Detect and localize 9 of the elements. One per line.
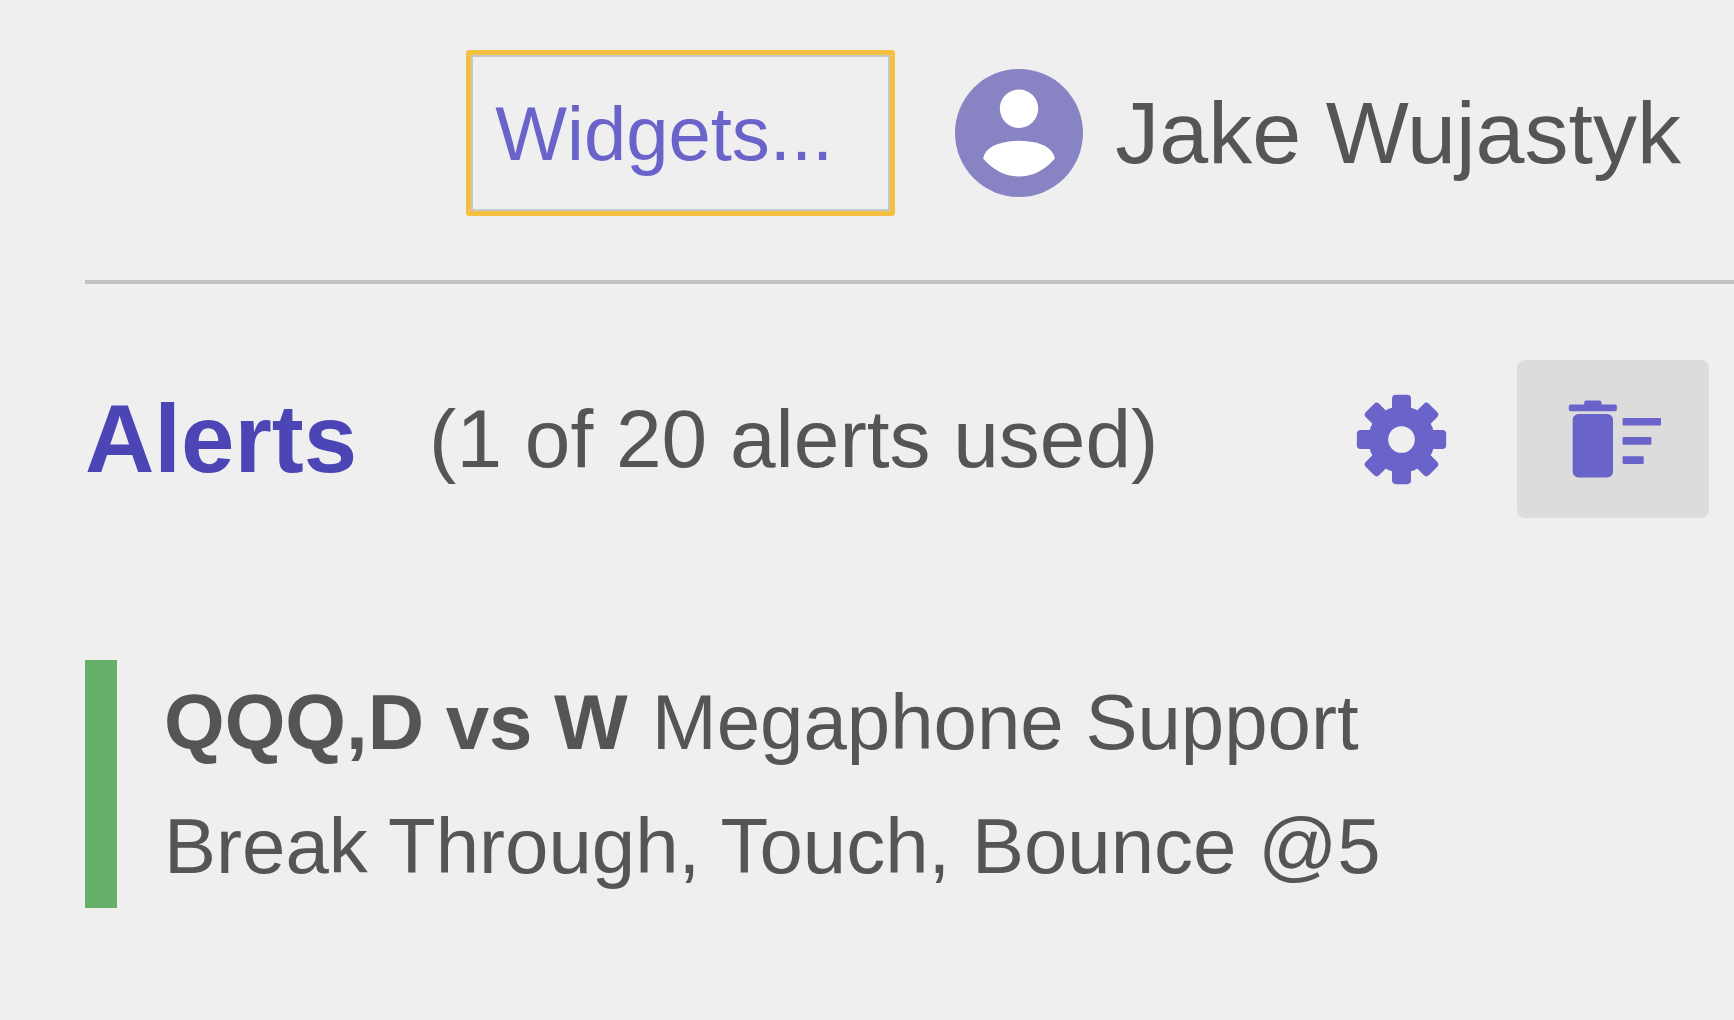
- user-name: Jake Wujastyk: [1115, 82, 1681, 184]
- alerts-title: Alerts: [85, 384, 358, 494]
- clear-alerts-button[interactable]: [1517, 360, 1709, 518]
- widgets-button[interactable]: Widgets...: [466, 50, 896, 216]
- alert-symbol[interactable]: QQQ,D vs W: [164, 678, 628, 766]
- avatar-icon[interactable]: [955, 69, 1084, 197]
- alerts-usage-count: (1 of 20 alerts used): [429, 392, 1159, 486]
- alert-name[interactable]: Megaphone Support: [651, 678, 1359, 766]
- alert-conditions: Break Through, Touch, Bounce @5: [164, 802, 1381, 890]
